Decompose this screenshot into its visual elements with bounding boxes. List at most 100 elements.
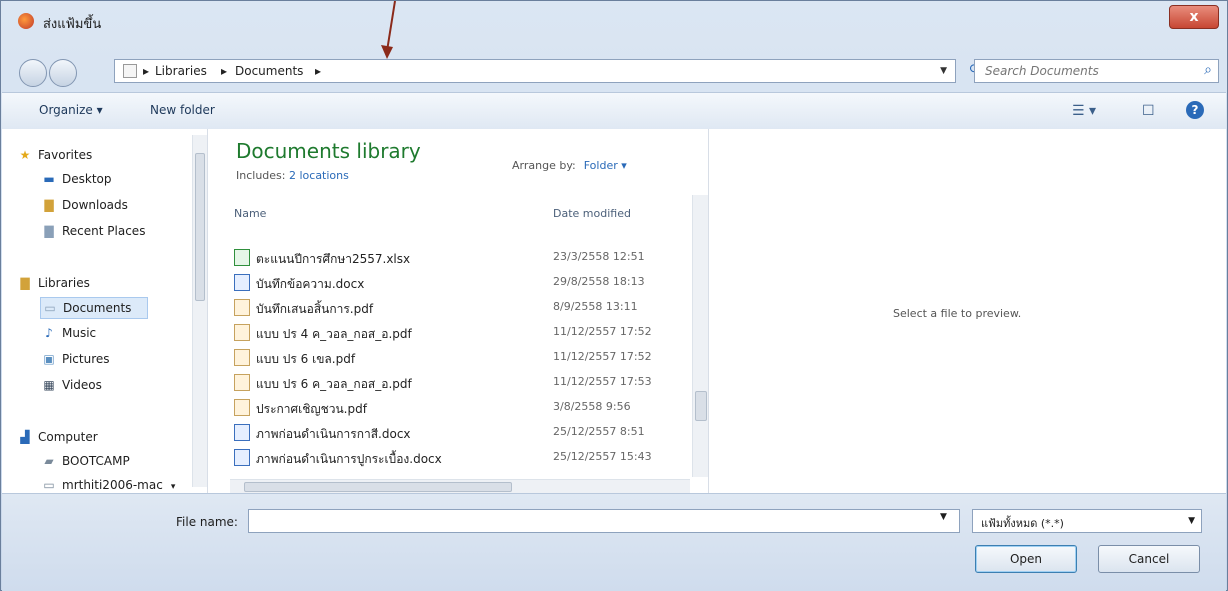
breadcrumb-separator-icon: ▸ <box>221 64 228 78</box>
sidebar-item-favorites[interactable]: ★ Favorites <box>16 145 93 165</box>
network-drive-icon: ▭ <box>43 478 55 492</box>
file-type-filter[interactable]: แฟ้มทั้งหมด (*.*) ▼ <box>972 509 1202 533</box>
new-folder-button[interactable]: New folder <box>150 103 215 117</box>
back-button[interactable] <box>19 59 47 87</box>
star-icon: ★ <box>19 148 31 162</box>
navigation-pane: ★ Favorites ▬ Desktop ▇ Downloads ▇ Recent P… <box>2 129 208 493</box>
file-row[interactable]: บันทึกข้อความ.docx 29/8/2558 18:13 <box>234 272 684 294</box>
file-name: ภาพก่อนดำเนินการกาสี.docx <box>256 427 411 441</box>
file-row[interactable]: บันทึกเสนอสิ้นการ.pdf 8/9/2558 13:11 <box>234 297 684 319</box>
pdf-file-icon <box>234 349 250 366</box>
forward-button[interactable] <box>49 59 77 87</box>
search-input[interactable] <box>983 63 1187 79</box>
file-row[interactable]: ภาพก่อนดำเนินการกาสี.docx 25/12/2557 8:5… <box>234 422 684 444</box>
file-list-scrollbar[interactable] <box>692 195 709 477</box>
folder-icon <box>123 64 137 78</box>
breadcrumb-documents[interactable]: Documents <box>235 64 303 78</box>
chevron-down-icon[interactable]: ▼ <box>940 512 947 522</box>
cancel-button[interactable]: Cancel <box>1098 545 1200 573</box>
address-bar[interactable]: ▸ Libraries ▸ Documents ▸ ▼ <box>114 59 956 83</box>
title-bar: ส่งแฟ้มขึ้น x <box>1 1 1227 45</box>
annotation-arrow <box>381 1 396 59</box>
close-button[interactable]: x <box>1169 5 1219 29</box>
file-name: บันทึกข้อความ.docx <box>256 277 365 291</box>
dialog-footer: File name: ▼ แฟ้มทั้งหมด (*.*) ▼ Open Ca… <box>2 493 1226 591</box>
file-name: ประกาศเชิญชวน.pdf <box>256 402 367 416</box>
chevron-down-icon[interactable]: ▼ <box>940 66 947 76</box>
content-area: ★ Favorites ▬ Desktop ▇ Downloads ▇ Recent P… <box>2 129 1227 494</box>
documents-icon: ▭ <box>44 301 56 315</box>
word-file-icon <box>234 424 250 441</box>
column-header-date-modified[interactable]: Date modified <box>553 207 631 220</box>
breadcrumb-libraries[interactable]: Libraries <box>155 64 207 78</box>
column-header-name[interactable]: Name <box>234 207 266 220</box>
pdf-file-icon <box>234 324 250 341</box>
word-file-icon <box>234 449 250 466</box>
scrollbar-thumb[interactable] <box>695 391 707 421</box>
preview-message: Select a file to preview. <box>893 307 1022 320</box>
firefox-icon <box>18 13 34 29</box>
preview-pane: Select a file to preview. <box>708 129 1227 493</box>
search-box[interactable]: ⌕ <box>974 59 1219 83</box>
file-row[interactable]: ตะแนนปีการศึกษา2557.xlsx 23/3/2558 12:51 <box>234 247 684 269</box>
preview-pane-icon[interactable]: ☐ <box>1142 103 1155 119</box>
file-name-input[interactable] <box>248 509 960 533</box>
file-row[interactable]: แบบ ปร 6 ค_วอล_กอส_อ.pdf 11/12/2557 17:5… <box>234 372 684 394</box>
arrange-by-dropdown[interactable]: Folder ▾ <box>584 159 627 172</box>
file-date: 29/8/2558 18:13 <box>553 275 645 288</box>
organize-button[interactable]: Organize ▾ <box>39 103 103 117</box>
drive-icon: ▰ <box>44 454 54 468</box>
library-title: Documents library <box>236 139 421 163</box>
file-row[interactable]: ภาพก่อนดำเนินการปูกระเบื้อง.docx 25/12/2… <box>234 447 684 469</box>
recent-places-icon: ▇ <box>44 224 54 238</box>
open-button[interactable]: Open <box>975 545 1077 573</box>
sidebar-scrollbar[interactable] <box>192 135 207 487</box>
horizontal-scrollbar[interactable] <box>230 479 690 494</box>
includes-locations-link[interactable]: 2 locations <box>289 169 349 182</box>
file-name: ตะแนนปีการศึกษา2557.xlsx <box>256 252 411 266</box>
file-row[interactable]: แบบ ปร 4 ค_วอล_กอส_อ.pdf 11/12/2557 17:5… <box>234 322 684 344</box>
toolbar: Organize ▾ New folder ☰ ▾ ☐ ? <box>2 92 1226 130</box>
sidebar-item-downloads[interactable]: ▇ Downloads <box>40 195 128 215</box>
sidebar-item-pictures[interactable]: ▣ Pictures <box>40 349 109 369</box>
scrollbar-thumb[interactable] <box>195 153 205 301</box>
pictures-icon: ▣ <box>43 352 55 366</box>
scrollbar-thumb[interactable] <box>244 482 512 492</box>
file-date: 3/8/2558 9:56 <box>553 400 631 413</box>
excel-file-icon <box>234 249 250 266</box>
file-name: ภาพก่อนดำเนินการปูกระเบื้อง.docx <box>256 452 442 466</box>
sidebar-item-computer[interactable]: ▟ Computer <box>16 427 97 447</box>
libraries-icon: ▇ <box>20 276 30 290</box>
arrange-by: Arrange by: Folder ▾ <box>512 159 627 172</box>
chevron-down-icon: ▼ <box>1188 516 1195 526</box>
downloads-folder-icon: ▇ <box>44 198 54 212</box>
view-options-icon[interactable]: ☰ ▾ <box>1072 103 1096 119</box>
file-date: 25/12/2557 8:51 <box>553 425 645 438</box>
file-upload-dialog: ส่งแฟ้มขึ้น x ▸ Libraries ▸ Documents ▸ … <box>0 0 1228 591</box>
help-icon[interactable]: ? <box>1186 101 1204 119</box>
sidebar-item-network-drive[interactable]: ▭ mrthiti2006-mac ▾ <box>40 475 175 495</box>
file-date: 23/3/2558 12:51 <box>553 250 645 263</box>
pdf-file-icon <box>234 399 250 416</box>
search-icon[interactable]: ⌕ <box>1204 62 1212 78</box>
music-icon: ♪ <box>45 326 53 340</box>
sidebar-item-desktop[interactable]: ▬ Desktop <box>40 169 111 189</box>
word-file-icon <box>234 274 250 291</box>
computer-icon: ▟ <box>20 430 30 444</box>
sidebar-item-music[interactable]: ♪ Music <box>40 323 96 343</box>
sidebar-item-documents[interactable]: ▭ Documents <box>40 297 149 319</box>
sidebar-item-bootcamp[interactable]: ▰ BOOTCAMP <box>40 451 129 471</box>
sidebar-item-recent-places[interactable]: ▇ Recent Places <box>40 221 145 241</box>
library-includes: Includes: 2 locations <box>236 169 349 182</box>
desktop-icon: ▬ <box>43 172 55 186</box>
videos-icon: ▦ <box>43 378 55 392</box>
file-date: 11/12/2557 17:52 <box>553 325 652 338</box>
file-date: 11/12/2557 17:52 <box>553 350 652 363</box>
file-row[interactable]: แบบ ปร 6 เขล.pdf 11/12/2557 17:52 <box>234 347 684 369</box>
file-name: แบบ ปร 6 เขล.pdf <box>256 352 356 366</box>
sidebar-item-videos[interactable]: ▦ Videos <box>40 375 102 395</box>
sidebar-item-libraries[interactable]: ▇ Libraries <box>16 273 89 293</box>
breadcrumb-separator-icon: ▸ <box>315 64 322 78</box>
file-row[interactable]: ประกาศเชิญชวน.pdf 3/8/2558 9:56 <box>234 397 684 419</box>
navigation-bar: ▸ Libraries ▸ Documents ▸ ▼ ⟳ ⌕ <box>19 56 1219 88</box>
